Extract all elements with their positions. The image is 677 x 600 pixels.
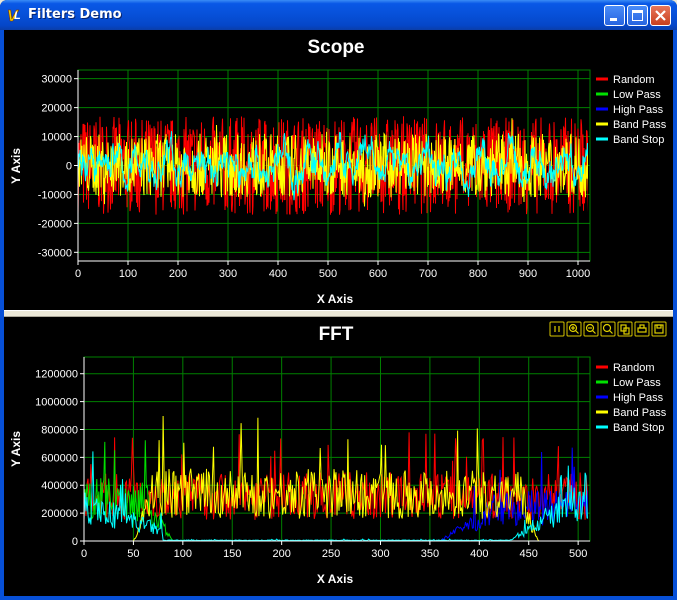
title-bar[interactable]: V L Filters Demo — [0, 0, 677, 30]
x-tick-label: 700 — [419, 268, 437, 280]
legend-entry[interactable]: Low Pass — [613, 377, 661, 389]
x-tick-label: 250 — [322, 548, 340, 560]
maximize-icon — [632, 10, 643, 21]
svg-text:L: L — [14, 10, 21, 22]
x-tick-label: 300 — [219, 268, 237, 280]
legend-entry[interactable]: Random — [613, 74, 655, 86]
maximize-button[interactable] — [627, 5, 648, 26]
zoom-in-button[interactable] — [566, 321, 582, 337]
x-tick-label: 400 — [470, 548, 488, 560]
scope-title: Scope — [307, 37, 364, 58]
y-tick-label: 600000 — [41, 452, 78, 464]
minimize-button[interactable] — [604, 5, 625, 26]
x-tick-label: 600 — [369, 268, 387, 280]
fft-title: FFT — [319, 324, 354, 345]
print-button[interactable] — [634, 321, 650, 337]
app-window: V L Filters Demo Scope 0 100 200 300 400 500 6… — [0, 0, 677, 600]
x-tick-label: 200 — [272, 548, 290, 560]
x-tick-label: 100 — [119, 268, 137, 280]
y-tick-label: -10000 — [38, 189, 72, 201]
y-tick-label: 0 — [72, 536, 78, 548]
scope-chart[interactable]: Scope 0 100 200 300 400 500 600 700 800 900 1000 30… — [4, 30, 673, 310]
window-title: Filters Demo — [28, 7, 122, 22]
x-tick-label: 350 — [421, 548, 439, 560]
x-tick-label: 500 — [319, 268, 337, 280]
y-tick-label: 1000000 — [35, 397, 78, 409]
pause-button[interactable] — [549, 321, 565, 337]
x-tick-label: 0 — [81, 548, 87, 560]
y-tick-label: 200000 — [41, 508, 78, 520]
y-tick-label: 10000 — [41, 132, 72, 144]
chart-toolbar — [549, 321, 667, 337]
x-tick-label: 500 — [569, 548, 587, 560]
scope-x-axis-label: X Axis — [317, 292, 354, 306]
legend-entry[interactable]: Band Pass — [613, 119, 667, 131]
y-tick-label: 800000 — [41, 424, 78, 436]
save-button[interactable] — [651, 321, 667, 337]
x-tick-label: 150 — [223, 548, 241, 560]
x-tick-label: 900 — [519, 268, 537, 280]
fft-chart[interactable]: FFT 0 50 100 150 200 250 300 350 400 450 500 120000… — [4, 317, 673, 596]
x-tick-label: 100 — [174, 548, 192, 560]
legend-entry[interactable]: Random — [613, 362, 655, 374]
y-tick-label: 0 — [66, 161, 72, 173]
legend-entry[interactable]: High Pass — [613, 392, 664, 404]
close-button[interactable] — [650, 5, 671, 26]
x-tick-label: 300 — [371, 548, 389, 560]
x-tick-label: 50 — [127, 548, 139, 560]
y-tick-label: 1200000 — [35, 369, 78, 381]
copy-button[interactable] — [617, 321, 633, 337]
scope-y-axis-label: Y Axis — [9, 148, 23, 184]
legend-entry[interactable]: High Pass — [613, 104, 664, 116]
x-tick-label: 450 — [520, 548, 538, 560]
scope-panel: Scope 0 100 200 300 400 500 600 700 800 900 1000 30… — [4, 30, 673, 310]
fft-panel: FFT 0 50 100 150 200 250 300 350 400 450 500 120000… — [4, 317, 673, 596]
y-tick-label: 20000 — [41, 103, 72, 115]
app-icon: V L — [7, 8, 21, 24]
fft-y-axis-label: Y Axis — [9, 431, 23, 467]
x-tick-label: 0 — [75, 268, 81, 280]
x-tick-label: 200 — [169, 268, 187, 280]
close-icon — [655, 10, 666, 21]
zoom-reset-button[interactable] — [600, 321, 616, 337]
legend-entry[interactable]: Low Pass — [613, 89, 661, 101]
y-tick-label: 400000 — [41, 480, 78, 492]
legend-entry[interactable]: Band Pass — [613, 407, 667, 419]
fft-x-axis-label: X Axis — [317, 572, 354, 586]
minimize-icon — [610, 18, 617, 21]
zoom-out-button[interactable] — [583, 321, 599, 337]
panel-splitter[interactable] — [4, 310, 673, 317]
x-tick-label: 800 — [469, 268, 487, 280]
x-tick-label: 1000 — [566, 268, 590, 280]
y-tick-label: -30000 — [38, 247, 72, 259]
y-tick-label: -20000 — [38, 218, 72, 230]
x-tick-label: 400 — [269, 268, 287, 280]
legend-entry[interactable]: Band Stop — [613, 422, 664, 434]
y-tick-label: 30000 — [41, 74, 72, 86]
legend-entry[interactable]: Band Stop — [613, 134, 664, 146]
